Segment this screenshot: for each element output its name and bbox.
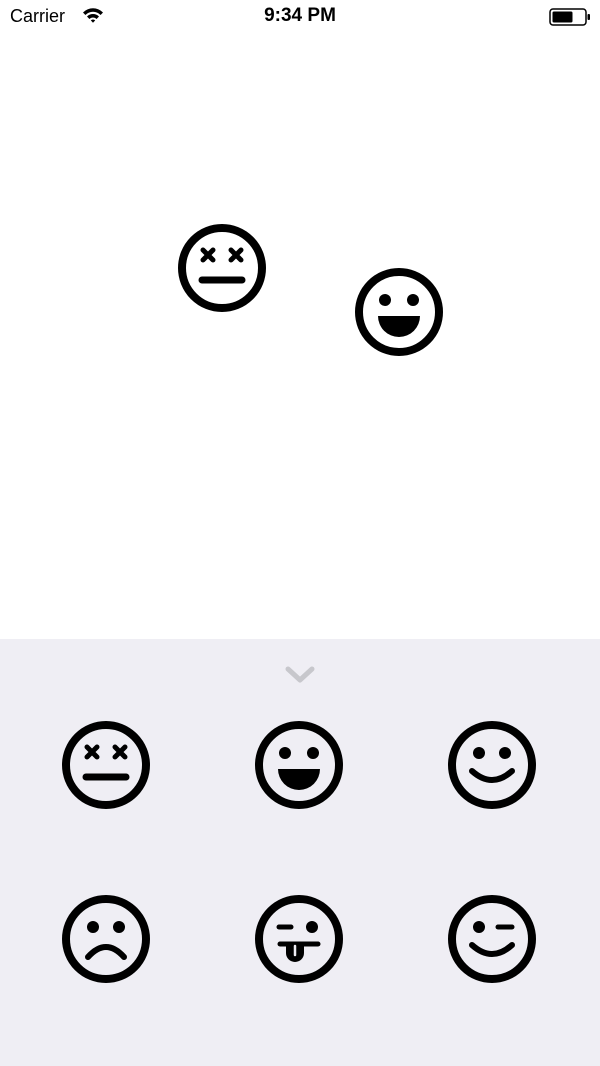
smiling-face-icon [448,721,536,809]
chevron-down-icon[interactable] [284,663,316,685]
dead-face-icon [62,721,150,809]
tongue-face-icon [255,895,343,983]
sticker-drawer [0,639,600,1066]
grinning-face-icon [255,721,343,809]
battery-icon [549,8,590,26]
sticker-option-winking-face[interactable] [446,893,538,985]
placed-sticker-dead-face[interactable] [176,222,268,314]
sticker-option-grinning-face[interactable] [253,719,345,811]
sticker-option-dead-face[interactable] [60,719,152,811]
sticker-option-tongue-face[interactable] [253,893,345,985]
sticker-canvas[interactable] [0,34,600,639]
clock-label: 9:34 PM [264,5,336,26]
app-screen: Carrier 9:34 PM [0,0,600,1066]
placed-sticker-grinning-face[interactable] [353,266,445,358]
sad-face-icon [62,895,150,983]
dead-face-icon [178,224,266,312]
sticker-option-sad-face[interactable] [60,893,152,985]
grinning-face-icon [355,268,443,356]
status-bar: Carrier 9:34 PM [0,0,600,34]
sticker-option-smiling-face[interactable] [446,719,538,811]
winking-face-icon [448,895,536,983]
